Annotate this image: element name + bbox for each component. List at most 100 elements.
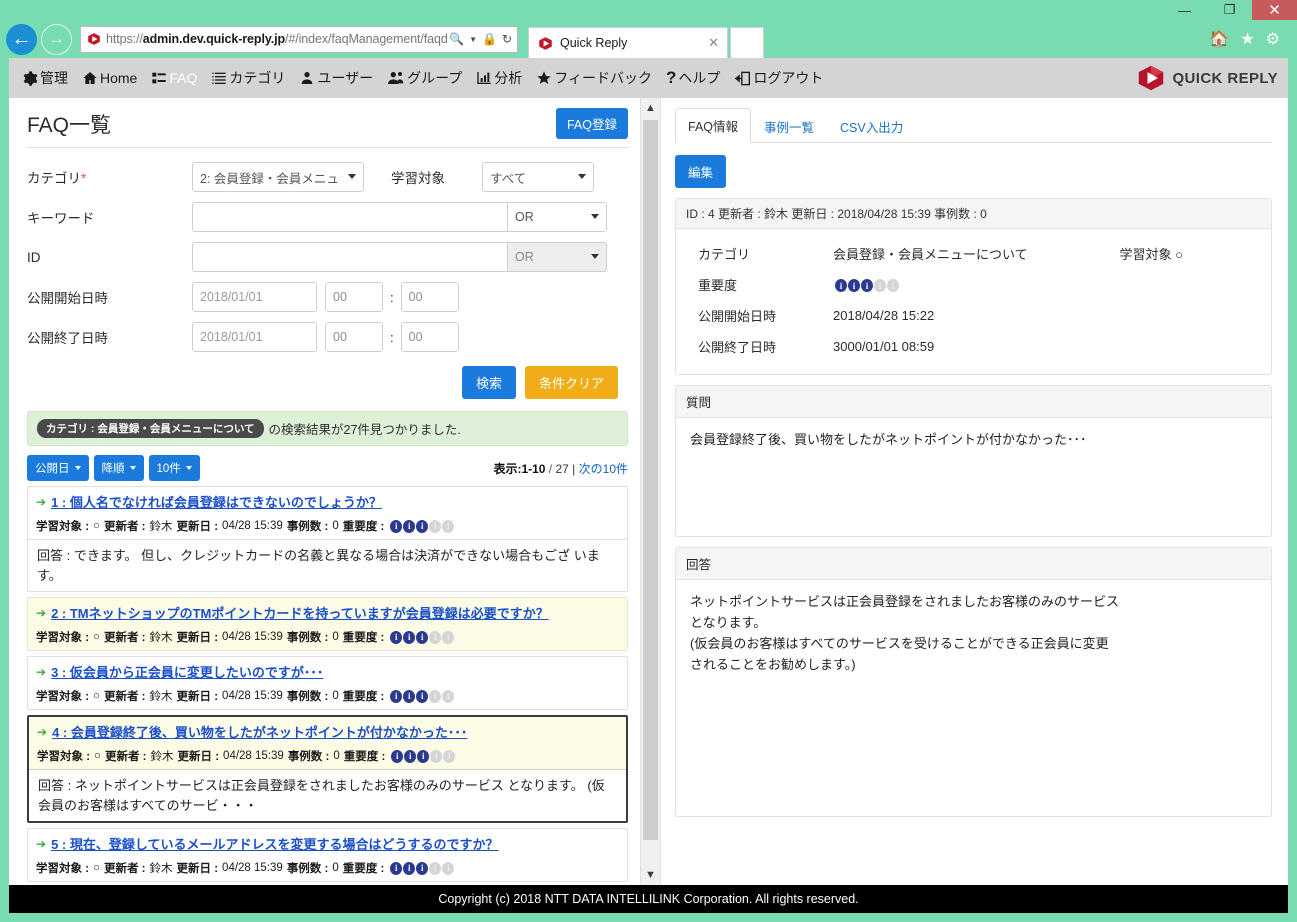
- nav-item-group[interactable]: グループ: [387, 68, 462, 88]
- chevron-down-icon[interactable]: ▼: [469, 35, 477, 44]
- importance-dot: i: [835, 279, 847, 293]
- nav-item-user[interactable]: ユーザー: [299, 68, 373, 88]
- detail-row: カテゴリ 会員登録・会員メニューについて 学習対象 ○: [676, 238, 1271, 269]
- faq-item-title-link[interactable]: 2 : TMネットショップのTMポイントカードを持っていますが会員登録は必要です…: [51, 603, 549, 622]
- gakushu-select-wrapper: すべて: [482, 162, 594, 192]
- maximize-button[interactable]: ❐: [1207, 0, 1252, 20]
- nav-item-home[interactable]: Home: [82, 70, 137, 86]
- forward-arrow-icon[interactable]: →: [41, 23, 72, 55]
- gakushu-select[interactable]: すべて: [482, 162, 594, 192]
- minimize-button[interactable]: —: [1162, 0, 1207, 20]
- tab-title: Quick Reply: [560, 36, 628, 50]
- meta-updated-value: 04/28 15:39: [223, 750, 284, 762]
- faq-list-item[interactable]: ➔ 3 : 仮会員から正会員に変更したいのですが･･･ 学習対象 : ○ 更新者 :…: [27, 656, 628, 710]
- refresh-icon[interactable]: ↻: [502, 32, 512, 46]
- detail-row-label: 公開終了日時: [698, 340, 777, 355]
- sort-order-button[interactable]: 降順: [93, 455, 144, 481]
- nav-item-category[interactable]: カテゴリ: [211, 68, 285, 88]
- nav-item-faq[interactable]: FAQ: [151, 70, 197, 86]
- meta-updater-value: 鈴木: [149, 691, 173, 703]
- id-input[interactable]: [192, 242, 507, 272]
- address-bar[interactable]: https://admin.dev.quick-reply.jp/#/index…: [80, 25, 518, 53]
- nav-item-label: カテゴリ: [229, 70, 286, 86]
- gear-icon[interactable]: ⚙: [1266, 29, 1280, 49]
- faq-register-button[interactable]: FAQ登録: [555, 108, 628, 139]
- star-icon[interactable]: ★: [1240, 29, 1254, 49]
- category-select[interactable]: 2: 会員登録・会員メニュ: [192, 162, 364, 192]
- arrow-right-icon: ➔: [36, 494, 47, 509]
- faq-item-title-link[interactable]: 3 : 仮会員から正会員に変更したいのですが･･･: [51, 662, 323, 681]
- keyword-input[interactable]: [192, 202, 507, 232]
- browser-tab-quick-reply[interactable]: Quick Reply ✕: [528, 27, 728, 58]
- nav-item-logout[interactable]: ログアウト: [734, 68, 823, 88]
- edit-button[interactable]: 編集: [675, 155, 727, 188]
- scroll-up-arrow-icon[interactable]: ▲: [641, 98, 660, 118]
- scrollbar-thumb[interactable]: [643, 120, 658, 840]
- importance-dot: i: [443, 749, 456, 763]
- end-hour-input[interactable]: [325, 322, 383, 352]
- address-bar-text: https://admin.dev.quick-reply.jp/#/index…: [106, 32, 449, 46]
- start-date-input[interactable]: [192, 282, 317, 312]
- meta-updated-label: 更新日 :: [176, 863, 219, 875]
- showing-separator: /: [545, 461, 556, 476]
- pagination-info: 表示:1-10 / 27 | 次の10件: [493, 460, 628, 477]
- importance-dot: i: [404, 749, 417, 763]
- scroll-down-arrow-icon[interactable]: ▼: [641, 865, 660, 885]
- end-date-input[interactable]: [192, 322, 317, 352]
- faq-list-item[interactable]: ➔ 4 : 会員登録終了後、買い物をしたがネットポイントが付かなかった･･･ 学習対…: [27, 715, 628, 823]
- faq-list-item[interactable]: ➔ 5 : 現在、登録しているメールアドレスを変更する場合はどうするのですか？ 学習…: [27, 828, 628, 882]
- next-page-link[interactable]: 次の10件: [579, 462, 628, 476]
- home-icon[interactable]: 🏠: [1209, 29, 1229, 49]
- importance-dots: iiiii: [390, 630, 455, 644]
- back-arrow-icon[interactable]: ←: [6, 23, 37, 55]
- faq-item-title-link[interactable]: 4 : 会員登録終了後、買い物をしたがネットポイントが付かなかった･･･: [52, 722, 467, 741]
- new-tab-button[interactable]: [730, 27, 764, 58]
- nav-item-kanri[interactable]: 管理: [21, 68, 68, 88]
- nav-item-feedback[interactable]: フィードバック: [536, 68, 652, 88]
- start-hour-input[interactable]: [325, 282, 383, 312]
- faq-item-answer: 回答 : できます。 但し、クレジットカードの名義と異なる場合は決済ができない場…: [28, 539, 627, 591]
- detail-row-value: 会員登録・会員メニューについて: [833, 247, 1028, 262]
- search-icon[interactable]: 🔍: [449, 32, 464, 46]
- close-button[interactable]: ✕: [1252, 0, 1297, 20]
- meta-gakushu-value: ○: [94, 750, 101, 762]
- detail-tab[interactable]: 事例一覧: [751, 109, 827, 143]
- showing-label: 表示:: [493, 461, 522, 476]
- importance-dot: i: [403, 861, 416, 875]
- list-blocks-icon: [151, 70, 167, 86]
- search-result-banner: カテゴリ : 会員登録・会員メニューについて の検索結果が27件見つかりました.: [27, 411, 628, 446]
- form-row-end-datetime: 公開終了日時 :: [27, 322, 628, 352]
- answer-body: ネットポイントサービスは正会員登録をされましたお客様のみのサービス となります。…: [690, 594, 1120, 673]
- start-minute-input[interactable]: [400, 282, 459, 312]
- faq-item-title-link[interactable]: 5 : 現在、登録しているメールアドレスを変更する場合はどうするのですか？: [51, 834, 498, 853]
- importance-dot: i: [429, 519, 442, 533]
- detail-tabs: FAQ情報 事例一覧 CSV入出力: [675, 108, 1272, 143]
- keyword-operator-select[interactable]: OR: [507, 202, 607, 232]
- faq-list-scrollbar[interactable]: ▲ ▼: [640, 98, 660, 885]
- faq-list-item[interactable]: ➔ 1 : 個人名でなければ会員登録はできないのでしょうか？ 学習対象 : ○ 更新…: [27, 486, 628, 592]
- meta-cases-label: 事例数 :: [286, 863, 329, 875]
- faq-item-title-link[interactable]: 1 : 個人名でなければ会員登録はできないのでしょうか？: [51, 492, 382, 511]
- nav-item-help[interactable]: ? ヘルプ: [666, 68, 720, 88]
- faq-list-item[interactable]: ➔ 2 : TMネットショップのTMポイントカードを持っていますが会員登録は必要で…: [27, 597, 628, 651]
- meta-updater-value: 鈴木: [149, 632, 173, 644]
- clear-conditions-button[interactable]: 条件クリア: [524, 366, 618, 399]
- nav-item-analysis[interactable]: 分析: [476, 68, 522, 88]
- tab-close-icon[interactable]: ✕: [698, 35, 719, 51]
- end-minute-input[interactable]: [400, 322, 459, 352]
- faq-item-title-row: ➔ 1 : 個人名でなければ会員登録はできないのでしょうか？: [28, 487, 627, 515]
- bar-chart-icon: [476, 70, 492, 86]
- category-label: カテゴリ*: [27, 171, 87, 186]
- importance-dots: iiiii: [390, 861, 455, 875]
- required-marker: *: [81, 171, 87, 186]
- page-size-button[interactable]: 10件: [148, 455, 200, 481]
- meta-updated-value: 04/28 15:39: [222, 631, 283, 643]
- detail-tab[interactable]: FAQ情報: [675, 108, 752, 143]
- meta-cases-value: 0: [332, 631, 339, 643]
- question-icon: ?: [666, 68, 677, 87]
- detail-tab[interactable]: CSV入出力: [827, 109, 916, 143]
- sort-field-button[interactable]: 公開日: [27, 455, 89, 481]
- lock-icon: 🔒: [481, 32, 497, 46]
- search-button[interactable]: 検索: [461, 366, 516, 399]
- detail-row-extra: 学習対象 ○: [1119, 247, 1183, 262]
